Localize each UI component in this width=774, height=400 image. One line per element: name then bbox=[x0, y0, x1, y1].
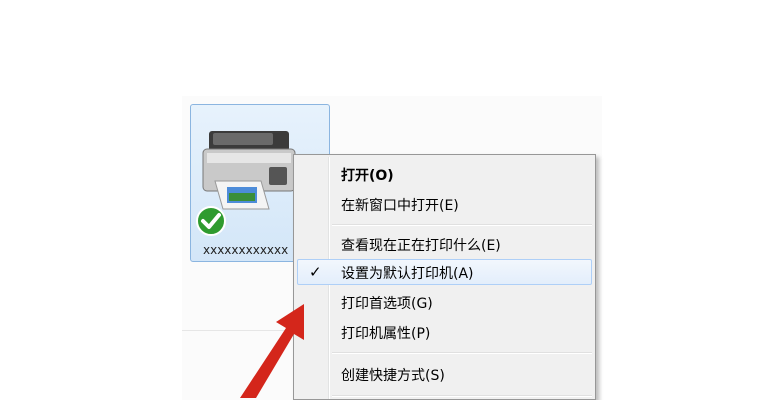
menu-item-label: 创建快捷方式(S) bbox=[341, 368, 445, 384]
default-check-icon bbox=[196, 206, 226, 236]
menu-item-label: 在新窗口中打开(E) bbox=[341, 198, 459, 214]
menu-item-set-default[interactable]: ✓ 设置为默认打印机(A) bbox=[297, 259, 592, 285]
check-icon: ✓ bbox=[309, 263, 322, 281]
menu-item-open[interactable]: 打开(O) bbox=[297, 161, 592, 187]
context-menu: 打开(O) 在新窗口中打开(E) 查看现在正在打印什么(E) ✓ 设置为默认打印… bbox=[293, 154, 596, 400]
menu-item-printer-properties[interactable]: 打印机属性(P) bbox=[297, 319, 592, 345]
menu-item-create-shortcut[interactable]: 创建快捷方式(S) bbox=[297, 361, 592, 387]
menu-item-open-new-window[interactable]: 在新窗口中打开(E) bbox=[297, 191, 592, 217]
menu-item-label: 打印首选项(G) bbox=[341, 296, 433, 312]
menu-item-label: 查看现在正在打印什么(E) bbox=[341, 238, 501, 254]
menu-item-label: 打开(O) bbox=[341, 168, 394, 184]
red-arrow-icon bbox=[240, 304, 304, 398]
menu-separator bbox=[332, 395, 592, 397]
menu-separator bbox=[332, 224, 592, 226]
printer-name: xxxxxxxxxxxx bbox=[203, 243, 289, 257]
menu-item-label: 设置为默认打印机(A) bbox=[341, 266, 474, 282]
menu-item-label: 打印机属性(P) bbox=[341, 326, 431, 342]
menu-item-printing-preferences[interactable]: 打印首选项(G) bbox=[297, 289, 592, 315]
menu-item-see-printing[interactable]: 查看现在正在打印什么(E) bbox=[297, 231, 592, 257]
menu-separator bbox=[332, 352, 592, 354]
